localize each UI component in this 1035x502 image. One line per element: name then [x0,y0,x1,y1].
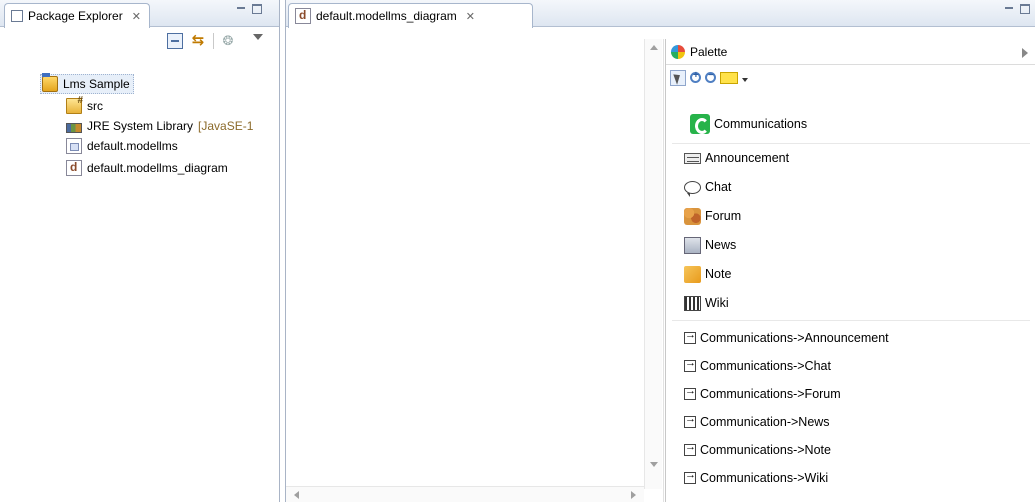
close-icon[interactable]: ✕ [132,10,141,23]
link-with-editor-icon[interactable]: ⇆ [190,33,206,49]
palette-item-label: News [705,238,737,252]
announcement-icon [684,152,701,164]
tree-item-default-modellms[interactable]: default.modellms [66,136,178,156]
palette-item-chat[interactable]: Chat [684,176,731,198]
palette-panel: Palette Communications Announcement Chat… [665,39,1035,502]
link-icon [684,469,696,484]
palette-item-note[interactable]: Note [684,263,731,285]
diagram-file-icon [295,8,311,24]
link-icon [684,329,696,344]
editor-controls [1004,4,1030,14]
package-explorer-tabbar: Package Explorer ✕ [0,0,279,28]
toolbar-separator [213,33,214,49]
diagram-canvas[interactable] [286,39,664,502]
palette-item-label: Announcement [705,151,790,165]
vertical-scrollbar[interactable] [644,39,662,489]
palette-item-label: Communications->Chat [700,359,831,373]
palette-link-communications-note[interactable]: Communications->Note [684,439,831,461]
tree-item-label: default.modellms_diagram [87,161,228,175]
maximize-icon[interactable] [252,4,262,14]
library-icon [66,122,82,133]
view-controls [236,4,262,14]
zoom-out-icon[interactable] [705,70,716,83]
palette-item-news[interactable]: News [684,234,736,256]
palette-item-label: Chat [705,180,732,194]
note-tool-icon[interactable] [720,72,738,84]
news-icon [684,236,701,254]
link-icon [684,385,696,400]
tree-item-default-modellms-diagram[interactable]: default.modellms_diagram [66,158,228,178]
palette-item-label: Communications->Wiki [700,471,829,485]
diagram-file-icon [66,160,82,176]
diagram-editor: default.modellms_diagram ✕ Palette [285,0,1035,502]
palette-item-label: Wiki [705,296,729,310]
tree-item-src[interactable]: src [66,95,103,116]
communications-icon [690,114,710,134]
palette-link-communications-chat[interactable]: Communications->Chat [684,355,831,377]
collapse-all-icon[interactable] [167,33,183,49]
tree-item-lms-sample[interactable]: Lms Sample [40,73,134,94]
source-folder-icon [66,95,83,114]
palette-link-communications-announcement[interactable]: Communications->Announcement [684,327,889,349]
editor-tabbar: default.modellms_diagram ✕ [286,0,1035,28]
palette-item-label: Communications [714,117,808,131]
tree-item-label: default.modellms [87,139,178,153]
horizontal-scrollbar[interactable] [286,486,644,502]
package-explorer-toolbar: ⇆ ❂ [0,27,279,55]
tab-label: default.modellms_diagram [316,9,457,23]
link-icon [684,441,696,456]
palette-tools [666,65,1035,91]
minimize-icon[interactable] [1004,4,1014,14]
filter-icon[interactable]: ❂ [220,33,236,49]
palette-item-communications[interactable]: Communications [690,113,807,135]
scroll-right-icon[interactable] [631,491,636,499]
palette-item-label: Communications->Forum [700,387,841,401]
palette-item-label: Communications->Announcement [700,331,889,345]
maximize-icon[interactable] [1020,4,1030,14]
minimize-icon[interactable] [236,4,246,14]
collapse-palette-icon[interactable] [1022,48,1028,58]
palette-item-label: Forum [705,209,742,223]
palette-link-communications-forum[interactable]: Communications->Forum [684,383,841,405]
palette-item-wiki[interactable]: Wiki [684,292,729,314]
tree-item-decoration: [JavaSE-1 [198,119,254,133]
link-icon [684,413,696,428]
palette-link-communications-wiki[interactable]: Communications->Wiki [684,467,828,489]
palette-item-label: Communication->News [700,415,830,429]
dropdown-arrow-icon[interactable] [742,78,748,82]
palette-item-announcement[interactable]: Announcement [684,147,789,169]
palette-item-forum[interactable]: Forum [684,205,741,227]
tab-package-explorer[interactable]: Package Explorer ✕ [4,3,150,28]
palette-header: Palette [666,39,1035,65]
model-file-icon [66,138,82,154]
palette-separator [672,320,1030,321]
zoom-in-icon[interactable] [690,70,701,83]
palette-item-label: Communications->Note [700,443,831,457]
palette-item-label: Note [705,267,732,281]
close-icon[interactable]: ✕ [466,10,475,23]
note-icon [684,265,701,283]
tree-item-label: JRE System Library [87,119,194,133]
package-explorer-icon [11,10,23,22]
palette-icon [671,44,685,59]
link-icon [684,357,696,372]
package-explorer-view: Package Explorer ✕ ⇆ ❂ Lms Sample src JR… [0,0,280,502]
tree-item-label: src [87,99,103,113]
palette-link-communication-news[interactable]: Communication->News [684,411,830,433]
scroll-down-icon[interactable] [650,462,658,467]
project-icon [42,73,58,92]
palette-separator [672,143,1030,144]
scroll-up-icon[interactable] [650,45,658,50]
view-menu-icon[interactable] [253,34,263,40]
select-tool-icon[interactable] [670,70,686,86]
forum-icon [684,207,701,225]
tab-default-modellms-diagram[interactable]: default.modellms_diagram ✕ [288,3,533,28]
scroll-left-icon[interactable] [294,491,299,499]
chat-icon [684,180,701,197]
wiki-icon [684,295,701,311]
palette-title: Palette [690,44,728,59]
tree-item-label: Lms Sample [63,77,130,91]
tree-item-jre-system-library[interactable]: JRE System Library [JavaSE-1 [66,116,253,136]
tab-label: Package Explorer [28,9,123,23]
